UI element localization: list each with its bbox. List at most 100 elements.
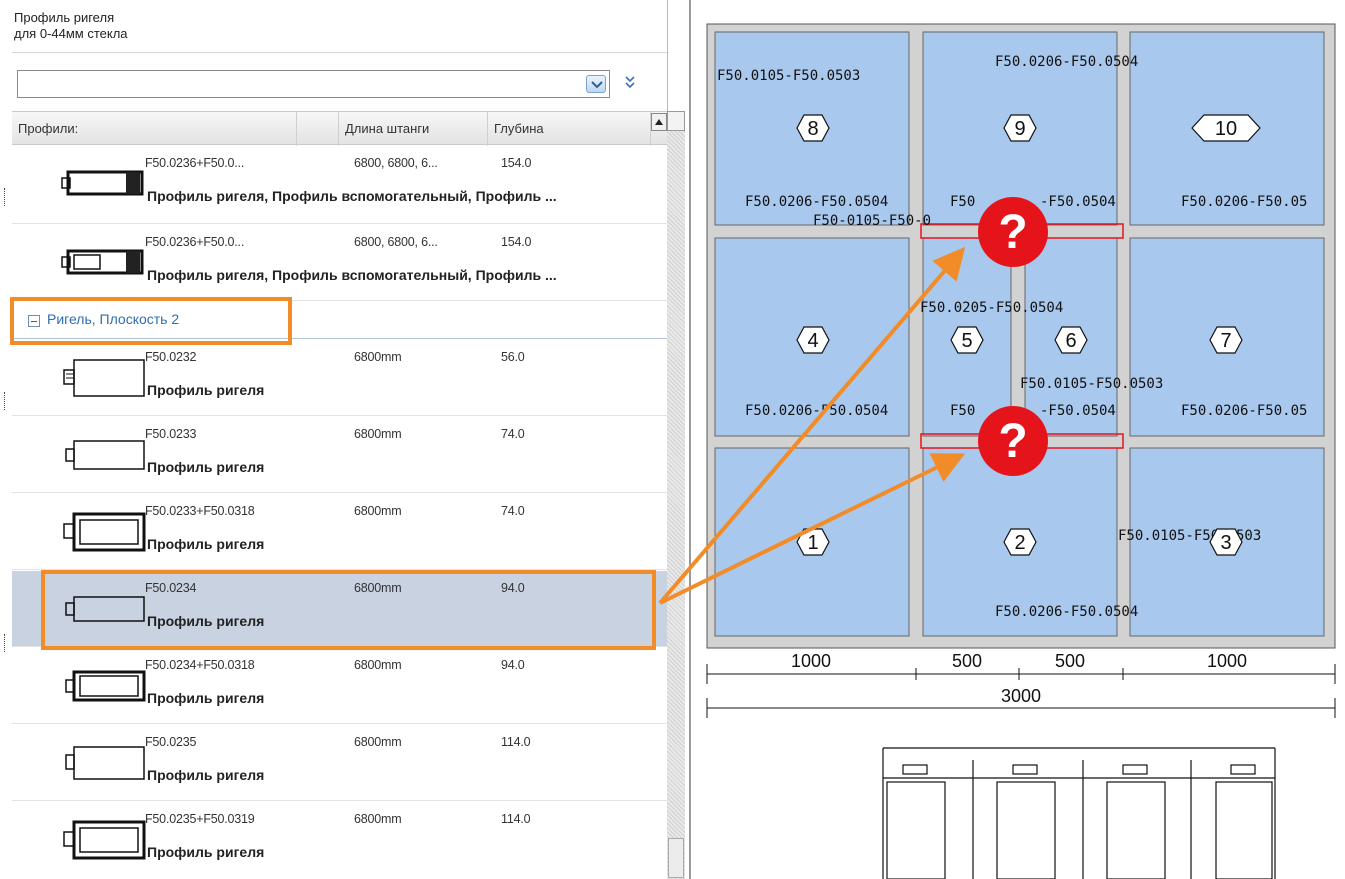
profile-length: 6800mm bbox=[354, 735, 402, 749]
profile-section-icon bbox=[65, 746, 145, 780]
svg-text:5: 5 bbox=[961, 330, 972, 352]
svg-text:1: 1 bbox=[807, 532, 818, 554]
label-mid-center: F50.0205-F50.0504 bbox=[920, 300, 1063, 316]
dimension-total: 3000 bbox=[1001, 686, 1041, 706]
svg-text:3: 3 bbox=[1220, 532, 1231, 554]
svg-text:7: 7 bbox=[1220, 330, 1231, 352]
column-header-blank[interactable] bbox=[297, 112, 339, 146]
profile-code: F50.0233 bbox=[145, 427, 197, 441]
profile-length: 6800mm bbox=[354, 812, 402, 826]
profile-section-icon bbox=[63, 820, 146, 860]
expand-options-icon[interactable] bbox=[622, 74, 638, 92]
panel-title-line2: для 0-44мм стекла bbox=[14, 26, 128, 41]
profile-description: Профиль ригеля, Профиль вспомогательный,… bbox=[147, 188, 557, 204]
arrow-up-icon bbox=[655, 119, 663, 125]
profile-depth: 154.0 bbox=[501, 235, 532, 249]
svg-text:4: 4 bbox=[807, 330, 818, 352]
profile-code: F50.0234+F50.0318 bbox=[145, 658, 255, 672]
profile-section-icon bbox=[65, 440, 145, 470]
vertical-scrollbar[interactable] bbox=[667, 111, 685, 879]
section-view bbox=[882, 747, 1276, 879]
panel-marker-5: 5 bbox=[950, 326, 984, 354]
panel-marker-6: 6 bbox=[1054, 326, 1088, 354]
profile-description: Профиль ригеля, Профиль вспомогательный,… bbox=[147, 267, 557, 283]
profile-depth: 114.0 bbox=[501, 812, 531, 826]
svg-text:6: 6 bbox=[1065, 330, 1076, 352]
svg-text:8: 8 bbox=[807, 118, 818, 140]
dimension-500-right: 500 bbox=[1055, 651, 1085, 671]
label-row2-right: F50.0206-F50.05 bbox=[1181, 194, 1307, 210]
scroll-up-button[interactable] bbox=[667, 111, 685, 131]
panel-title: Профиль ригеля для 0-44мм стекла bbox=[14, 10, 128, 42]
label-row2-mid-a: F50 bbox=[950, 194, 975, 210]
profile-description: Профиль ригеля bbox=[147, 459, 265, 475]
panel-marker-10: 10 bbox=[1191, 114, 1261, 142]
profile-depth: 114.0 bbox=[501, 735, 531, 749]
group-highlight-frame bbox=[10, 297, 292, 345]
column-header-profiles[interactable]: Профили: bbox=[12, 112, 297, 146]
label-row3-mid-a: F50 bbox=[950, 403, 975, 419]
row-highlight-frame bbox=[41, 570, 656, 650]
panel-marker-9: 9 bbox=[1003, 114, 1037, 142]
label-row3-mid-b: -F50.0504 bbox=[1040, 403, 1116, 419]
dimension-1000-left: 1000 bbox=[791, 651, 831, 671]
missing-profile-marker-lower[interactable]: ? bbox=[978, 406, 1048, 476]
label-top-left: F50.0105-F50.0503 bbox=[717, 68, 860, 84]
profile-length: 6800, 6800, 6... bbox=[354, 235, 438, 249]
label-top-center: F50.0206-F50.0504 bbox=[995, 54, 1138, 70]
profile-length: 6800mm bbox=[354, 427, 402, 441]
table-row[interactable]: F50.0233 6800mm 74.0 Профиль ригеля bbox=[12, 417, 667, 493]
panel-gutter bbox=[0, 0, 12, 879]
panel-title-line1: Профиль ригеля bbox=[14, 10, 115, 25]
combo-dropdown-button[interactable] bbox=[586, 75, 606, 93]
profile-description: Профиль ригеля bbox=[147, 767, 265, 783]
svg-text:9: 9 bbox=[1014, 118, 1025, 140]
profile-depth: 154.0 bbox=[501, 156, 532, 170]
gutter-tick bbox=[4, 392, 6, 410]
panel-marker-4: 4 bbox=[796, 326, 830, 354]
profile-depth: 94.0 bbox=[501, 658, 525, 672]
dimension-500-left: 500 bbox=[952, 651, 982, 671]
profile-description: Профиль ригеля bbox=[147, 536, 265, 552]
chevron-down-icon bbox=[591, 81, 603, 89]
profile-description: Профиль ригеля bbox=[147, 844, 265, 860]
profile-code: F50.0235+F50.0319 bbox=[145, 812, 255, 826]
svg-text:10: 10 bbox=[1215, 118, 1237, 140]
panel-marker-1: 1 bbox=[796, 528, 830, 556]
table-row[interactable]: F50.0235+F50.0319 6800mm 114.0 Профиль р… bbox=[12, 802, 667, 879]
profile-section-icon bbox=[63, 359, 145, 397]
splitter[interactable] bbox=[685, 0, 695, 879]
label-row2-sub: F50-0105-F50-0 bbox=[813, 213, 931, 229]
label-row3-left: F50.0206-F50.0504 bbox=[745, 403, 888, 419]
profile-length: 6800mm bbox=[354, 350, 402, 364]
profile-section-icon bbox=[63, 512, 146, 552]
label-row3-right: F50.0206-F50.05 bbox=[1181, 403, 1307, 419]
table-row[interactable]: F50.0236+F50.0... 6800, 6800, 6... 154.0… bbox=[12, 225, 667, 301]
filter-combobox[interactable] bbox=[17, 70, 610, 98]
label-row2-left: F50.0206-F50.0504 bbox=[745, 194, 888, 210]
table-row[interactable]: F50.0234+F50.0318 6800mm 94.0 Профиль ри… bbox=[12, 648, 667, 724]
gutter-tick bbox=[4, 634, 6, 652]
gutter-tick bbox=[4, 188, 6, 206]
panel-marker-7: 7 bbox=[1209, 326, 1243, 354]
profile-section-icon bbox=[65, 670, 146, 702]
profile-length: 6800mm bbox=[354, 504, 402, 518]
header-divider bbox=[12, 52, 667, 53]
table-row[interactable]: F50.0236+F50.0... 6800, 6800, 6... 154.0… bbox=[12, 146, 667, 224]
column-header-depth[interactable]: Глубина bbox=[488, 112, 651, 146]
table-row[interactable]: F50.0232 6800mm 56.0 Профиль ригеля bbox=[12, 340, 667, 416]
label-mid-lower: F50.0105-F50.0503 bbox=[1020, 376, 1163, 392]
profile-section-icon bbox=[61, 249, 144, 275]
missing-profile-marker-upper[interactable]: ? bbox=[978, 197, 1048, 267]
profile-code: F50.0233+F50.0318 bbox=[145, 504, 255, 518]
column-scroll-button[interactable] bbox=[651, 113, 667, 131]
profile-description: Профиль ригеля bbox=[147, 382, 265, 398]
profile-description: Профиль ригеля bbox=[147, 690, 265, 706]
column-header-length[interactable]: Длина штанги bbox=[339, 112, 488, 146]
facade-svg: F50.0105-F50.0503 F50.0206-F50.0504 F50.… bbox=[706, 23, 1336, 879]
table-row[interactable]: F50.0233+F50.0318 6800mm 74.0 Профиль ри… bbox=[12, 494, 667, 570]
question-icon: ? bbox=[998, 415, 1027, 468]
profile-depth: 74.0 bbox=[501, 427, 525, 441]
table-row[interactable]: F50.0235 6800mm 114.0 Профиль ригеля bbox=[12, 725, 667, 801]
scroll-thumb[interactable] bbox=[668, 838, 684, 878]
